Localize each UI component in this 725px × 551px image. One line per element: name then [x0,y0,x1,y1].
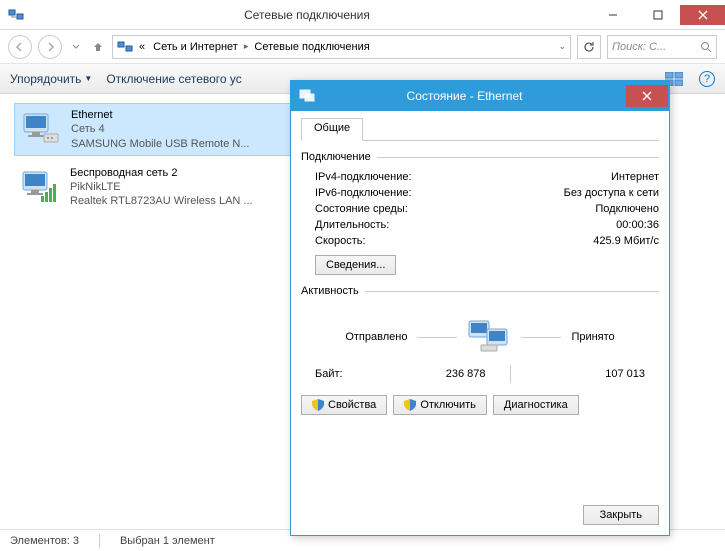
chevron-right-icon: ▸ [244,41,249,52]
window-icon [8,7,24,23]
shield-icon [312,399,324,411]
duration-value: 00:00:36 [616,219,659,231]
chevron-down-icon: ▼ [84,74,92,83]
group-activity: Активность [301,285,659,297]
bytes-label: Байт: [315,368,375,380]
connection-name: Беспроводная сеть 2 [70,166,253,180]
group-connection: Подключение [301,151,659,163]
connection-device: Realtek RTL8723AU Wireless LAN ... [70,194,253,208]
disable-device-button[interactable]: Отключение сетевого ус [106,72,241,86]
connection-network: PikNikLTE [70,180,253,194]
dialog-titlebar[interactable]: Состояние - Ethernet [291,81,669,111]
sent-label: Отправлено [345,331,407,343]
organize-menu[interactable]: Упорядочить ▼ [10,72,92,86]
status-dialog: Состояние - Ethernet Общие Подключение I… [290,80,670,536]
connection-network: Сеть 4 [71,122,250,136]
connection-item-wifi[interactable]: Беспроводная сеть 2 PikNikLTE Realtek RT… [14,162,294,213]
back-button[interactable] [8,35,32,59]
up-button[interactable] [90,35,106,59]
tab-general[interactable]: Общие [301,118,363,141]
speed-label: Скорость: [315,235,593,247]
search-icon [700,41,712,53]
search-placeholder: Поиск: С... [612,41,666,53]
diagnose-button[interactable]: Диагностика [493,395,579,415]
chevron-down-icon[interactable]: ⌄ [558,41,566,52]
path-segment[interactable]: Сетевые подключения [252,41,371,53]
selection-count: Выбран 1 элемент [120,535,215,547]
history-dropdown[interactable] [68,35,84,59]
item-count: Элементов: 3 [10,535,79,547]
dialog-tabs: Общие [301,117,659,141]
path-prefix: « [137,41,147,53]
forward-button[interactable] [38,35,62,59]
minimize-button[interactable] [590,5,635,25]
ipv6-label: IPv6-подключение: [315,187,564,199]
details-button[interactable]: Сведения... [315,255,396,275]
navigation-bar: « Сеть и Интернет ▸ Сетевые подключения … [0,30,725,64]
shield-icon [404,399,416,411]
ipv4-label: IPv4-подключение: [315,171,611,183]
close-dialog-button[interactable]: Закрыть [583,505,659,525]
dialog-title: Состояние - Ethernet [323,89,626,103]
connection-item-ethernet[interactable]: Ethernet Сеть 4 SAMSUNG Mobile USB Remot… [14,103,294,156]
activity-icon [467,319,511,355]
disable-button[interactable]: Отключить [393,395,487,415]
address-bar[interactable]: « Сеть и Интернет ▸ Сетевые подключения … [112,35,571,59]
speed-value: 425.9 Мбит/с [593,235,659,247]
properties-button[interactable]: Свойства [301,395,387,415]
window-controls [590,5,725,25]
search-input[interactable]: Поиск: С... [607,35,717,59]
bytes-recv-value: 107 013 [535,368,646,380]
ipv4-value: Интернет [611,171,659,183]
window-titlebar: Сетевые подключения [0,0,725,30]
ipv6-value: Без доступа к сети [564,187,659,199]
refresh-button[interactable] [577,35,601,59]
maximize-button[interactable] [635,5,680,25]
window-title: Сетевые подключения [24,8,590,22]
dialog-icon [299,88,315,104]
media-label: Состояние среды: [315,203,595,215]
connection-name: Ethernet [71,108,250,122]
folder-icon [117,39,133,55]
wifi-icon [18,166,60,208]
path-segment[interactable]: Сеть и Интернет [151,41,240,53]
help-button[interactable]: ? [699,71,715,87]
connection-device: SAMSUNG Mobile USB Remote N... [71,137,250,151]
duration-label: Длительность: [315,219,616,231]
media-value: Подключено [595,203,659,215]
received-label: Принято [571,331,614,343]
ethernet-icon [19,108,61,150]
close-button[interactable] [680,5,725,25]
bytes-sent-value: 236 878 [375,368,486,380]
dialog-close-button[interactable] [626,85,668,107]
